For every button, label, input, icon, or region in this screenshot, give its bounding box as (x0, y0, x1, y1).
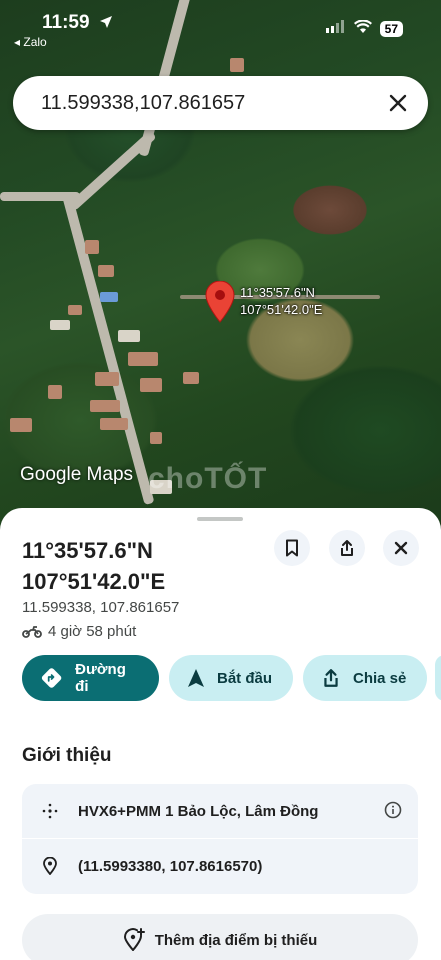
pin-label-lng: 107°51'42.0"E (240, 302, 323, 317)
travel-time-row: 4 giờ 58 phút (22, 623, 136, 640)
motorbike-icon (22, 625, 42, 638)
directions-icon (41, 668, 62, 688)
start-button[interactable]: Bắt đầu (169, 655, 293, 701)
pin-label: 11°35'57.6"N 107°51'42.0"E (240, 284, 322, 318)
map-road (62, 193, 155, 506)
add-missing-place-label: Thêm địa điểm bị thiếu (154, 931, 318, 949)
about-card: HVX6+PMM 1 Bảo Lộc, Lâm Đồng (11.5993380… (22, 784, 418, 894)
map-building (48, 385, 62, 399)
location-arrow-icon (98, 14, 114, 35)
more-actions-chip[interactable] (435, 655, 441, 701)
close-icon (389, 94, 407, 112)
map-building (150, 432, 162, 444)
map-road (68, 130, 157, 212)
status-time: 11:59 (42, 12, 90, 33)
plus-code-icon (22, 802, 78, 820)
google-maps-logo: Google Maps (20, 464, 134, 485)
map-building (100, 418, 128, 430)
plus-code-row[interactable]: HVX6+PMM 1 Bảo Lộc, Lâm Đồng (22, 784, 418, 838)
close-icon (394, 541, 408, 555)
info-icon (384, 801, 402, 819)
map-building (100, 292, 118, 302)
map-building (128, 352, 158, 366)
place-title-lng: 107°51'42.0"E (22, 569, 166, 594)
drag-handle[interactable] (197, 517, 243, 521)
info-button[interactable] (384, 801, 402, 824)
map-building (50, 320, 70, 330)
share-icon-button[interactable] (329, 530, 365, 566)
share-icon (324, 669, 338, 687)
decimal-coordinates: 11.599338, 107.861657 (22, 599, 180, 616)
battery-indicator: 57 (379, 21, 403, 37)
map-building (140, 378, 162, 392)
navigation-arrow-icon (188, 669, 204, 687)
location-pin-icon[interactable] (205, 280, 235, 328)
map-building (118, 330, 140, 342)
location-pin-outline-icon (22, 857, 78, 875)
add-missing-place-button[interactable]: Thêm địa điểm bị thiếu (22, 914, 418, 960)
map-building (183, 372, 199, 384)
pin-label-lat: 11°35'57.6"N (240, 285, 315, 300)
map-view[interactable]: 11:59 ◂ Zalo 57 11.599338,107.861657 11°… (0, 0, 441, 540)
travel-time: 4 giờ 58 phút (48, 623, 137, 640)
about-heading: Giới thiệu (22, 745, 112, 766)
map-building (230, 58, 244, 72)
map-building (98, 265, 114, 277)
bookmark-icon (286, 539, 298, 557)
place-sheet[interactable]: 11°35'57.6"N 107°51'42.0"E 11.599338, 10… (0, 508, 441, 960)
place-title-lat: 11°35'57.6"N (22, 538, 153, 563)
map-building (90, 400, 120, 412)
share-label: Chia sẻ (353, 669, 407, 687)
map-building (85, 240, 99, 254)
map-building (68, 305, 82, 315)
coordinates-row[interactable]: (11.5993380, 107.8616570) (22, 839, 418, 893)
search-bar[interactable]: 11.599338,107.861657 (13, 76, 428, 130)
coordinates-text: (11.5993380, 107.8616570) (78, 857, 263, 875)
add-location-icon (123, 928, 145, 951)
search-input[interactable]: 11.599338,107.861657 (41, 92, 245, 115)
watermark: choTỐT (148, 462, 268, 495)
back-to-app-link[interactable]: ◂ Zalo (14, 35, 47, 49)
map-building (10, 418, 32, 432)
save-button[interactable] (274, 530, 310, 566)
directions-button[interactable]: Đường đi (22, 655, 159, 701)
directions-label: Đường đi (75, 661, 126, 695)
share-icon (341, 540, 353, 556)
share-button[interactable]: Chia sẻ (303, 655, 427, 701)
start-label: Bắt đầu (217, 669, 273, 687)
wifi-icon (353, 19, 372, 38)
map-building (95, 372, 119, 386)
close-sheet-button[interactable] (383, 530, 419, 566)
status-bar: 11:59 ◂ Zalo 57 (0, 0, 441, 56)
place-title: 11°35'57.6"N 107°51'42.0"E (22, 535, 272, 597)
plus-code-text: HVX6+PMM 1 Bảo Lộc, Lâm Đồng (78, 802, 319, 820)
clear-search-button[interactable] (384, 89, 412, 117)
cellular-signal-icon (325, 20, 346, 38)
